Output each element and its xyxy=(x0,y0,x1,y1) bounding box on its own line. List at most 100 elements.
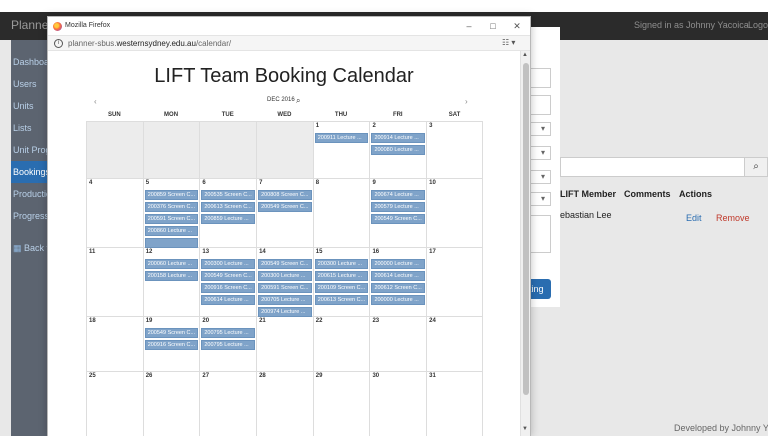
remove-link[interactable]: Remove xyxy=(716,213,750,223)
calendar-day-cell[interactable]: 9 200674 Lecture ... 200579 Lecture ... 200… xyxy=(369,179,426,247)
booking-event[interactable]: 200549 Screen C... xyxy=(371,214,426,224)
calendar-day-cell[interactable]: 5 200859 Screen C... 200376 Screen C... 200… xyxy=(142,179,200,250)
calendar-day-cell[interactable]: 11 xyxy=(86,248,143,316)
booking-event[interactable]: 200080 Lecture ... xyxy=(371,145,426,155)
booking-event[interactable]: 200158 Lecture ... xyxy=(144,271,199,281)
reader-view-icon[interactable]: ☷ ▾ xyxy=(502,38,515,47)
calendar-day-cell[interactable]: 20 200795 Lecture ... 200795 Lecture ... xyxy=(199,317,256,371)
booking-event[interactable]: 200613 Screen C... xyxy=(314,295,369,305)
sidebar-item-progress[interactable]: Progress xyxy=(13,211,49,221)
calendar-day-cell[interactable]: 7 200808 Screen C... 200549 Screen C... xyxy=(256,179,313,247)
scroll-thumb[interactable] xyxy=(523,63,529,395)
calendar-day-cell[interactable]: 13 200300 Lecture ... 200549 Screen C... 20… xyxy=(199,248,256,316)
booking-event[interactable]: 200705 Lecture ... xyxy=(258,295,312,305)
calendar-day-cell[interactable] xyxy=(142,122,200,178)
booking-event[interactable]: 200916 Screen C... xyxy=(201,283,256,293)
calendar-day-cell[interactable]: 22 xyxy=(312,317,370,371)
calendar-day-cell[interactable]: 1 200911 Lecture ... xyxy=(312,122,370,178)
booking-event[interactable]: 200591 Screen C... xyxy=(144,214,199,224)
booking-event[interactable]: 200795 Lecture ... xyxy=(201,328,256,338)
calendar-day-cell[interactable]: 15 200300 Lecture ... 200615 Lecture ... 20… xyxy=(312,248,370,316)
calendar-day-cell[interactable]: 18 xyxy=(86,317,143,371)
maximize-icon[interactable]: □ xyxy=(486,19,500,33)
booking-event[interactable]: 200974 Lecture ... xyxy=(258,307,312,317)
booking-event[interactable]: 200591 Screen C... xyxy=(258,283,312,293)
minimize-icon[interactable]: – xyxy=(462,19,476,33)
booking-event[interactable]: 200549 Screen C... xyxy=(144,328,199,338)
booking-event[interactable]: 200535 Screen C... xyxy=(201,190,256,200)
booking-event[interactable]: 200060 Lecture ... xyxy=(144,259,199,269)
calendar-day-cell[interactable]: 2 200914 Lecture ... 200080 Lecture ... xyxy=(369,122,426,178)
window-titlebar[interactable]: Mozilla Firefox – □ ✕ xyxy=(48,17,530,35)
sidebar-item-units[interactable]: Units xyxy=(13,101,34,111)
booking-event[interactable]: 200300 Lecture ... xyxy=(314,259,369,269)
booking-event[interactable]: 200795 Lecture ... xyxy=(201,340,256,350)
calendar-day-cell[interactable]: 21 xyxy=(256,317,313,371)
booking-event[interactable]: 200914 Lecture ... xyxy=(371,133,426,143)
sidebar-item-users[interactable]: Users xyxy=(13,79,37,89)
day-events: 200859 Screen C... 200376 Screen C... 2005… xyxy=(144,190,199,250)
search-button[interactable]: ⌕ xyxy=(744,157,768,177)
calendar-day-cell[interactable]: 31 xyxy=(426,372,483,436)
url-text[interactable]: planner-sbus.westernsydney.edu.au/calend… xyxy=(68,39,231,48)
booking-event[interactable]: 200911 Lecture ... xyxy=(314,133,369,143)
calendar-day-cell[interactable]: 3 xyxy=(426,122,483,178)
prev-month-button[interactable]: ‹ xyxy=(94,97,97,106)
calendar-day-cell[interactable]: 23 xyxy=(369,317,426,371)
calendar-day-cell[interactable]: 29 xyxy=(312,372,370,436)
scroll-up-icon[interactable]: ▲ xyxy=(522,52,528,58)
calendar-day-cell[interactable]: 6 200535 Screen C... 200613 Screen C... 200… xyxy=(199,179,256,247)
calendar-day-cell[interactable]: 28 xyxy=(256,372,313,436)
booking-event[interactable]: 200000 Lecture ... xyxy=(371,295,426,305)
booking-event[interactable]: 200000 Lecture ... xyxy=(371,259,426,269)
calendar-day-cell[interactable]: 16 200000 Lecture ... 200614 Lecture ... 20… xyxy=(369,248,426,316)
calendar-day-cell[interactable] xyxy=(256,122,313,178)
booking-event[interactable]: 200860 Lecture ... xyxy=(144,226,199,236)
booking-event[interactable]: 200300 Lecture ... xyxy=(258,271,312,281)
calendar-day-cell[interactable]: 24 xyxy=(426,317,483,371)
booking-event[interactable]: 200549 Screen C... xyxy=(258,259,312,269)
booking-event[interactable]: 200612 Screen C... xyxy=(371,283,426,293)
calendar-day-cell[interactable]: 27 xyxy=(199,372,256,436)
booking-event[interactable]: 200674 Lecture ... xyxy=(371,190,426,200)
booking-event[interactable]: 200613 Screen C... xyxy=(201,202,256,212)
calendar-day-cell[interactable] xyxy=(86,122,143,178)
zoom-icon[interactable]: ⌕ xyxy=(296,96,300,106)
scrollbar[interactable]: ▲ ▼ xyxy=(520,51,530,436)
calendar-day-cell[interactable]: 26 xyxy=(142,372,200,436)
booking-event[interactable]: 200376 Screen C... xyxy=(144,202,199,212)
booking-event[interactable]: 200300 Lecture ... xyxy=(201,259,256,269)
address-bar[interactable]: i planner-sbus.westernsydney.edu.au/cale… xyxy=(48,35,530,51)
booking-event[interactable]: 200614 Lecture ... xyxy=(201,295,256,305)
booking-event[interactable]: 200916 Screen C... xyxy=(144,340,199,350)
edit-link[interactable]: Edit xyxy=(686,213,702,223)
booking-event[interactable]: 200549 Screen C... xyxy=(201,271,256,281)
calendar-day-cell[interactable]: 14 200549 Screen C... 200300 Lecture ... 20… xyxy=(256,248,313,317)
close-icon[interactable]: ✕ xyxy=(510,19,524,33)
calendar-day-cell[interactable]: 10 xyxy=(426,179,483,247)
booking-event[interactable]: 200615 Lecture ... xyxy=(314,271,369,281)
sidebar-item-lists[interactable]: Lists xyxy=(13,123,32,133)
calendar-day-cell[interactable]: 25 xyxy=(86,372,143,436)
day-number: 5 xyxy=(145,180,150,186)
scroll-down-icon[interactable]: ▼ xyxy=(522,426,528,432)
booking-event[interactable] xyxy=(144,238,199,248)
booking-event[interactable]: 200859 Screen C... xyxy=(144,190,199,200)
booking-event[interactable]: 200109 Screen C... xyxy=(314,283,369,293)
info-icon[interactable]: i xyxy=(54,39,63,48)
booking-event[interactable]: 200614 Lecture ... xyxy=(371,271,426,281)
calendar-day-cell[interactable]: 8 xyxy=(312,179,370,247)
booking-event[interactable]: 200808 Screen C... xyxy=(258,190,312,200)
calendar-day-cell[interactable] xyxy=(199,122,257,178)
calendar-day-cell[interactable]: 30 xyxy=(369,372,426,436)
next-month-button[interactable]: › xyxy=(465,97,468,106)
logout-link[interactable]: Logo xyxy=(748,20,768,30)
calendar-day-cell[interactable]: 12 200060 Lecture ... 200158 Lecture ... xyxy=(142,248,200,316)
search-input[interactable] xyxy=(560,157,768,177)
calendar-day-cell[interactable]: 19 200549 Screen C... 200916 Screen C... xyxy=(142,317,200,371)
booking-event[interactable]: 200579 Lecture ... xyxy=(371,202,426,212)
booking-event[interactable]: 200859 Lecture ... xyxy=(201,214,256,224)
booking-event[interactable]: 200549 Screen C... xyxy=(258,202,312,212)
calendar-day-cell[interactable]: 4 xyxy=(86,179,143,247)
calendar-day-cell[interactable]: 17 xyxy=(426,248,483,316)
